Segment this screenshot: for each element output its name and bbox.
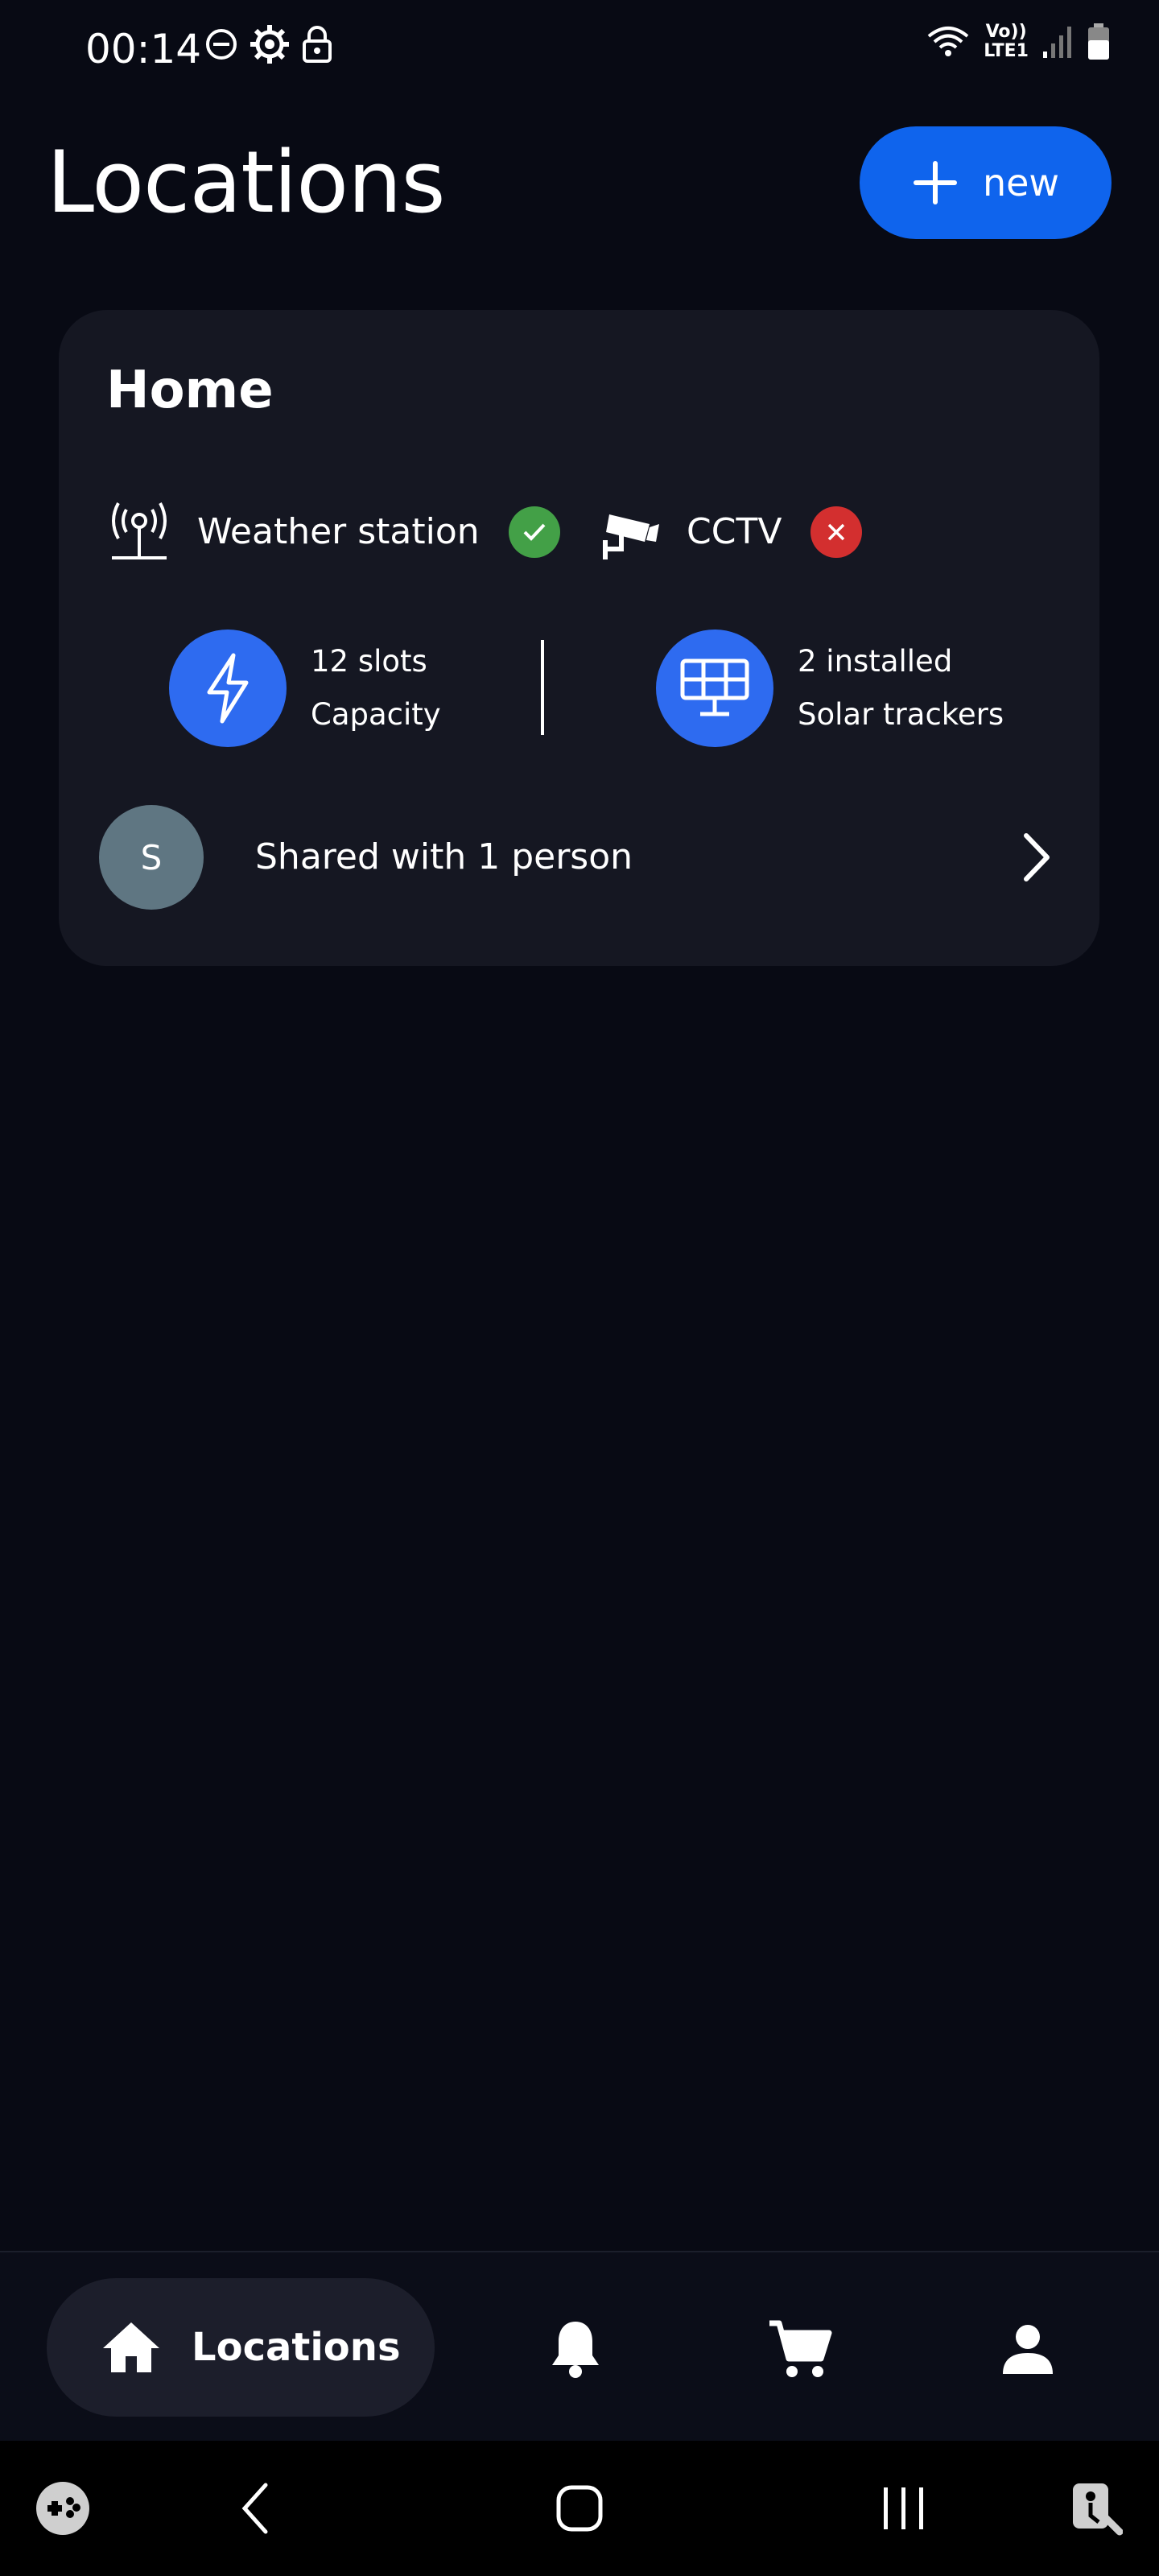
cctv-camera-icon <box>598 500 662 564</box>
stat-value: 12 slots <box>311 644 427 679</box>
settings-gear-icon <box>250 24 290 64</box>
accessibility-button[interactable] <box>1054 2468 1135 2549</box>
avatar: S <box>99 805 204 910</box>
status-right-icons: Vo)) LTE1 <box>926 23 1111 61</box>
device-cctv: CCTV <box>598 492 863 572</box>
shared-with-row[interactable]: S Shared with 1 person <box>99 805 1073 910</box>
gamepad-icon <box>35 2480 91 2537</box>
bottom-nav: Locations <box>0 2251 1159 2442</box>
person-icon <box>1001 2322 1054 2376</box>
dnd-icon <box>204 27 238 61</box>
home-square-icon <box>555 2484 604 2533</box>
status-error-x-icon <box>810 506 863 558</box>
system-nav-bar <box>0 2441 1159 2576</box>
lightning-icon <box>169 630 287 747</box>
lock-icon <box>301 25 333 64</box>
signal-icon <box>1041 24 1074 60</box>
new-button-label: new <box>982 161 1060 204</box>
chevron-right-icon <box>1017 829 1057 886</box>
device-weather-station: Weather station <box>107 492 560 572</box>
home-icon <box>101 2321 161 2374</box>
status-left-icons <box>204 24 333 64</box>
stat-solar-trackers: 2 installed Solar trackers <box>656 628 1004 749</box>
shared-text: Shared with 1 person <box>255 836 633 877</box>
nav-label-locations: Locations <box>192 2325 401 2370</box>
stat-divider <box>541 640 544 735</box>
back-chevron-icon <box>240 2482 272 2535</box>
status-ok-check-icon <box>508 506 560 558</box>
volte-label: Vo)) <box>985 22 1027 42</box>
stat-label: Capacity <box>311 697 441 732</box>
plus-icon <box>912 159 959 206</box>
location-title: Home <box>106 361 274 420</box>
device-label: Weather station <box>197 511 480 552</box>
bell-icon <box>549 2318 602 2380</box>
battery-icon <box>1087 23 1111 61</box>
back-button[interactable] <box>216 2468 296 2549</box>
recents-icon <box>879 2486 927 2531</box>
nav-item-locations[interactable]: Locations <box>47 2278 435 2417</box>
cart-icon <box>768 2318 832 2380</box>
accessibility-touch-icon <box>1066 2480 1123 2537</box>
weather-station-icon <box>107 500 171 564</box>
wifi-icon <box>926 23 971 60</box>
stat-label: Solar trackers <box>798 697 1004 732</box>
nav-item-cart[interactable] <box>760 2309 840 2389</box>
lte-label: LTE1 <box>984 41 1029 61</box>
home-button[interactable] <box>539 2468 620 2549</box>
solar-panel-icon <box>656 630 773 747</box>
nav-item-notifications[interactable] <box>535 2309 616 2389</box>
volte-indicator: Vo)) LTE1 <box>984 23 1029 61</box>
status-bar: 00:14 Vo)) LTE1 <box>0 0 1159 97</box>
page-title: Locations <box>47 133 446 232</box>
game-launcher-button[interactable] <box>23 2468 103 2549</box>
stat-value: 2 installed <box>798 644 953 679</box>
nav-item-profile[interactable] <box>988 2309 1068 2389</box>
recents-button[interactable] <box>863 2468 943 2549</box>
device-label: CCTV <box>687 511 782 552</box>
status-time: 00:14 <box>85 26 202 72</box>
stat-capacity: 12 slots Capacity <box>169 628 441 749</box>
new-location-button[interactable]: new <box>860 126 1112 239</box>
location-card[interactable]: Home Weather station CCTV 12 slots Capac… <box>59 310 1099 966</box>
